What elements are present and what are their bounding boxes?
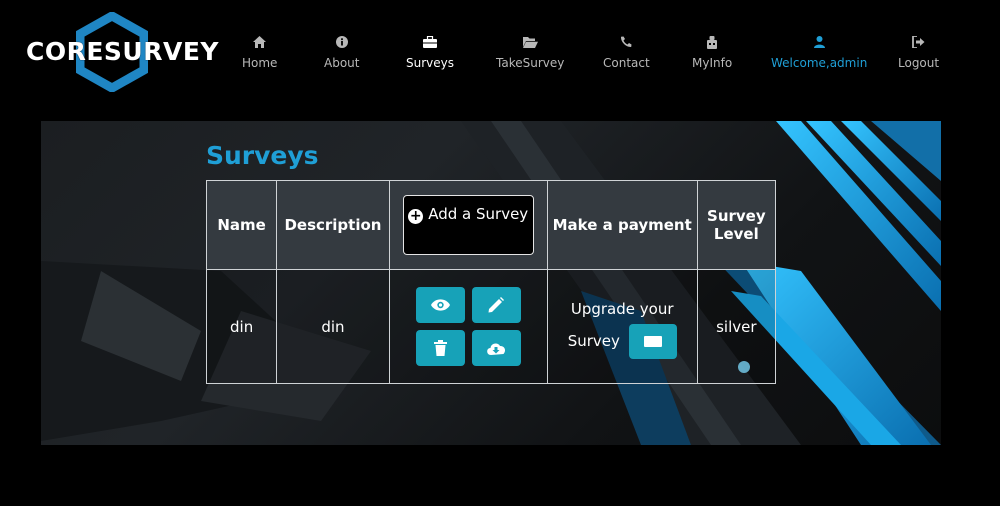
- trash-icon: [433, 340, 447, 356]
- nav-contact-label: Contact: [603, 56, 650, 70]
- page-title: Surveys: [206, 141, 319, 170]
- nav-home-label: Home: [242, 56, 278, 70]
- nav-about[interactable]: About: [324, 36, 359, 70]
- view-button[interactable]: [415, 287, 465, 323]
- pencil-icon: [488, 297, 505, 313]
- cell-description: din: [276, 269, 390, 384]
- cell-level: silver: [696, 269, 777, 384]
- nav-home[interactable]: Home: [242, 36, 277, 70]
- user-icon: [771, 36, 867, 52]
- folder-open-icon: [496, 36, 564, 52]
- eye-icon: [430, 299, 450, 311]
- cell-actions: [388, 269, 548, 384]
- header-payment: Make a payment: [546, 180, 698, 270]
- nav-myinfo-label: MyInfo: [692, 56, 733, 70]
- nav-surveys-label: Surveys: [406, 56, 454, 70]
- table-row: din din Upgrade your Survey silver: [205, 269, 777, 384]
- info-circle-icon: [324, 36, 359, 52]
- nav-contact[interactable]: Contact: [603, 36, 650, 70]
- header-actions: + Add a Survey: [388, 180, 548, 270]
- main-nav: Home About Surveys TakeSurvey Contact My…: [0, 36, 1000, 76]
- add-survey-button[interactable]: + Add a Survey: [402, 195, 534, 255]
- nav-myinfo[interactable]: MyInfo: [692, 36, 732, 70]
- nav-surveys[interactable]: Surveys: [406, 36, 454, 70]
- nav-about-label: About: [324, 56, 360, 70]
- paypal-icon: [643, 336, 662, 347]
- download-button[interactable]: [471, 330, 521, 366]
- cell-payment: Upgrade your Survey: [546, 269, 698, 384]
- nav-logout[interactable]: Logout: [898, 36, 939, 70]
- header-description: Description: [276, 180, 390, 270]
- user-info-icon: [692, 36, 732, 52]
- home-icon: [242, 36, 277, 52]
- header-name: Name: [205, 180, 278, 270]
- table-header-row: Name Description + Add a Survey Make a pa…: [205, 180, 777, 270]
- nav-takesurvey-label: TakeSurvey: [496, 56, 565, 70]
- nav-welcome[interactable]: Welcome,admin: [771, 36, 867, 70]
- add-survey-label: Add a Survey: [428, 205, 529, 223]
- header-level: Survey Level: [696, 180, 777, 270]
- sign-out-icon: [898, 36, 939, 52]
- surveys-table: Name Description + Add a Survey Make a pa…: [205, 180, 777, 384]
- paypal-button[interactable]: [628, 324, 677, 359]
- phone-icon: [603, 36, 650, 52]
- plus-circle-icon: +: [408, 208, 424, 224]
- edit-button[interactable]: [471, 287, 521, 323]
- nav-takesurvey[interactable]: TakeSurvey: [496, 36, 564, 70]
- delete-button[interactable]: [415, 330, 465, 366]
- cloud-download-icon: [487, 343, 506, 355]
- briefcase-icon: [406, 36, 454, 52]
- cell-name: din: [205, 269, 278, 384]
- nav-welcome-label: Welcome,admin: [771, 56, 868, 70]
- nav-logout-label: Logout: [898, 56, 940, 70]
